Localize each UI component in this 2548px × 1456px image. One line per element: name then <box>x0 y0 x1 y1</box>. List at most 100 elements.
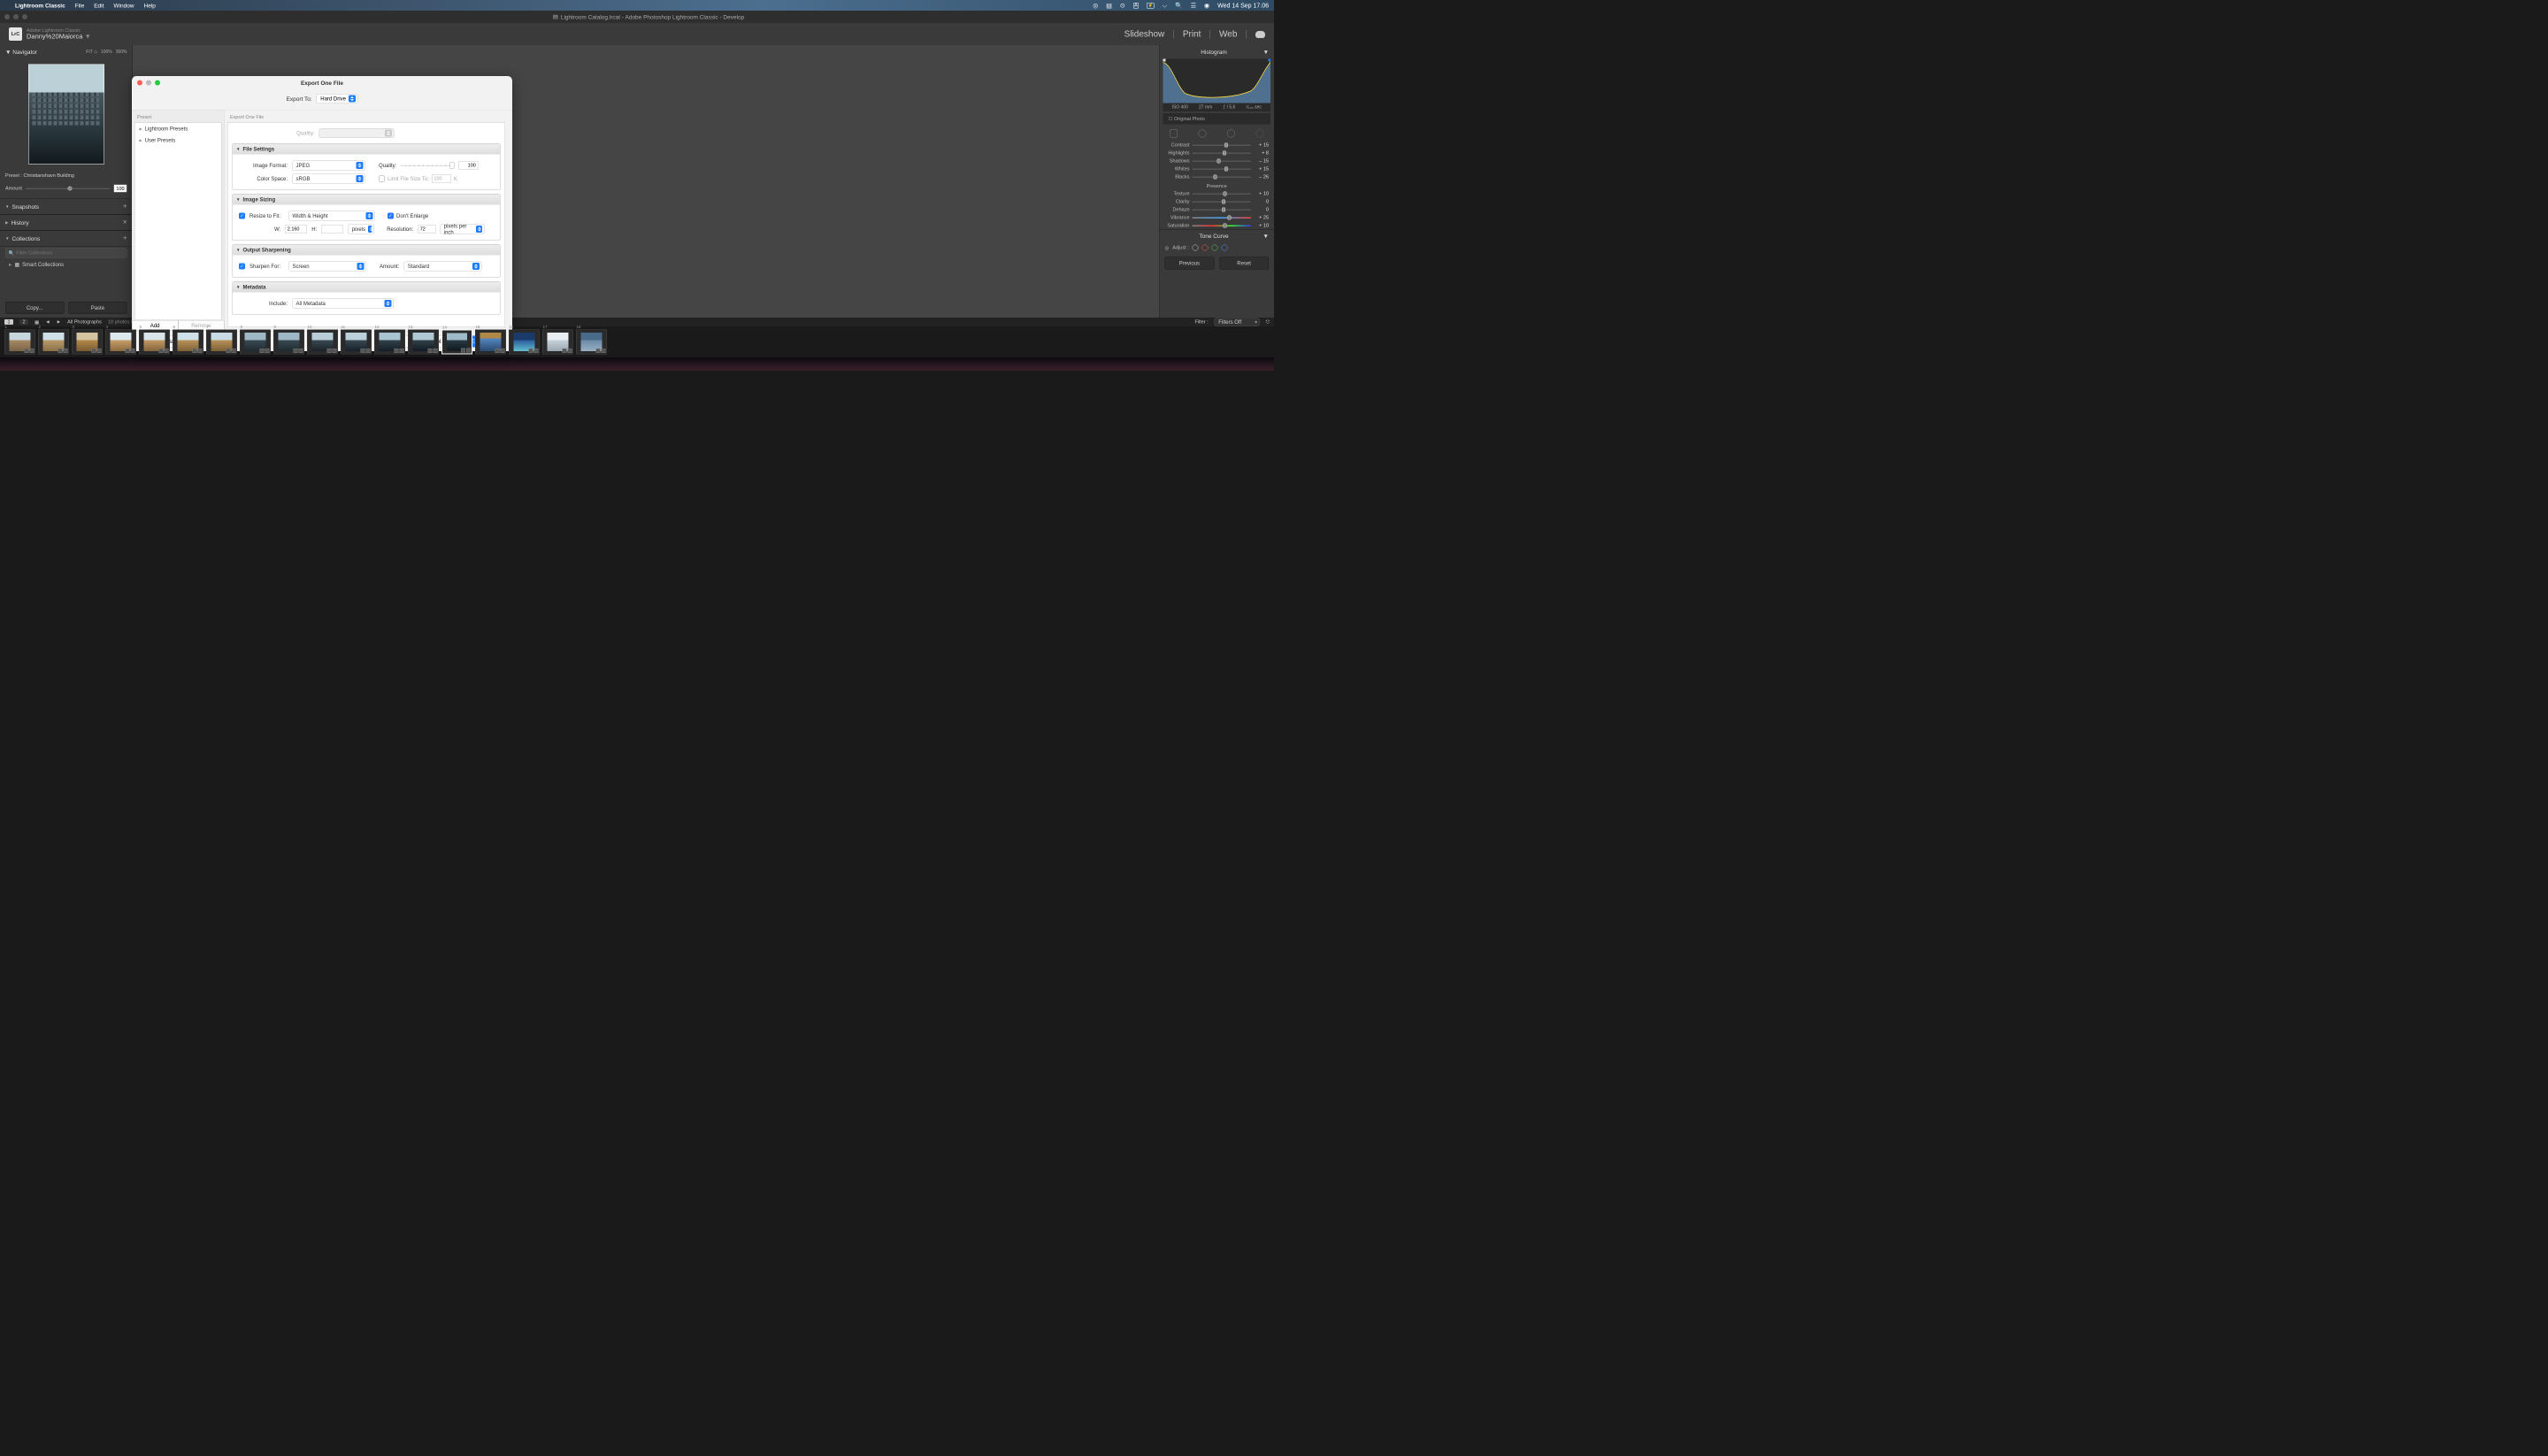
input-icon[interactable]: A <box>1133 3 1139 9</box>
preset-lightroom[interactable]: ▶Lightroom Presets <box>135 123 222 134</box>
heal-icon[interactable] <box>1199 130 1207 138</box>
filesettings-disclosure-icon[interactable]: ▼ <box>236 147 240 151</box>
quality-value[interactable] <box>458 161 478 170</box>
filmstrip-thumb[interactable]: 18 <box>576 330 607 355</box>
copy-button[interactable]: Copy... <box>5 302 64 314</box>
resize-checkbox[interactable]: ✓ <box>239 213 245 219</box>
play-icon[interactable]: ⊙ <box>1120 2 1125 10</box>
filter-collections-input[interactable]: 🔍Filter Collections <box>5 249 127 258</box>
filmstrip-thumb[interactable]: 3 <box>72 330 103 355</box>
cc-icon[interactable]: ◎ <box>1093 2 1098 10</box>
filmstrip-thumb[interactable]: 4 <box>105 330 136 355</box>
smart-collections-item[interactable]: ▶▦Smart Collections <box>0 260 133 270</box>
filmstrip-thumb[interactable]: 12 <box>374 330 405 355</box>
history-panel-header[interactable]: ▶History× <box>0 215 133 231</box>
reset-button[interactable]: Reset <box>1219 257 1269 270</box>
adjust-target-icon[interactable]: ◎ <box>1165 245 1170 251</box>
secondary-display[interactable]: 2 <box>19 319 28 325</box>
cloud-sync-icon[interactable] <box>1255 31 1265 38</box>
filmstrip-thumb[interactable]: 13 <box>408 330 439 355</box>
filter-lock-icon[interactable]: ⎋ <box>1266 319 1270 326</box>
zoom-300[interactable]: 300% <box>116 50 127 55</box>
filmstrip[interactable]: 123456789101112131415161718 <box>0 326 1274 357</box>
siri-icon[interactable]: ◉ <box>1204 2 1209 10</box>
filmstrip-thumb[interactable]: 7 <box>206 330 237 355</box>
menu-edit[interactable]: Edit <box>94 2 104 9</box>
filmstrip-thumb[interactable]: 6 <box>173 330 203 355</box>
paste-button[interactable]: Paste <box>68 302 127 314</box>
height-input[interactable] <box>321 225 343 234</box>
snapshots-panel-header[interactable]: ▼Snapshots+ <box>0 199 133 215</box>
zoom-fit[interactable]: FIT ◇ <box>86 50 97 55</box>
filmstrip-thumb[interactable]: 14 <box>441 330 472 355</box>
redeye-icon[interactable] <box>1227 130 1235 138</box>
menubar-clock[interactable]: Wed 14 Sep 17.06 <box>1217 2 1269 9</box>
filmstrip-thumb[interactable]: 2 <box>38 330 69 355</box>
curve-red-icon[interactable] <box>1202 245 1209 251</box>
preset-user[interactable]: ▶User Presets <box>135 134 222 146</box>
traffic-lights[interactable] <box>4 14 27 19</box>
navigator-disclosure-icon[interactable]: ▼ <box>5 49 11 56</box>
original-photo-toggle[interactable]: ☐ Original Photo <box>1163 113 1271 125</box>
filter-select[interactable]: Filters Off▾ <box>1215 318 1260 326</box>
resize-mode-select[interactable]: Width & Height <box>288 211 375 221</box>
highlights-slider[interactable] <box>1193 152 1252 154</box>
sharpen-amount-select[interactable]: Standard <box>403 262 481 272</box>
metadata-include-select[interactable]: All Metadata <box>292 299 394 309</box>
filmstrip-thumb[interactable]: 11 <box>341 330 372 355</box>
filmstrip-thumb[interactable]: 15 <box>475 330 506 355</box>
crop-icon[interactable] <box>1170 130 1178 138</box>
menu-app-name[interactable]: Lightroom Classic <box>15 2 65 9</box>
resolution-input[interactable] <box>418 225 435 234</box>
spotlight-icon[interactable]: 🔍 <box>1175 2 1183 10</box>
control-center-icon[interactable]: ☰ <box>1191 2 1196 10</box>
histogram[interactable] <box>1163 59 1271 103</box>
dont-enlarge-checkbox[interactable]: ✓ <box>388 213 394 219</box>
filmstrip-thumb[interactable]: 8 <box>240 330 271 355</box>
image-format-select[interactable]: JPEG <box>292 161 365 171</box>
previous-button[interactable]: Previous <box>1165 257 1215 270</box>
module-web[interactable]: Web <box>1219 29 1237 40</box>
export-to-select[interactable]: Hard Drive <box>317 94 358 103</box>
colorspace-select[interactable]: sRGB <box>292 174 365 184</box>
user-name[interactable]: Danny%20Maiorca <box>27 33 82 41</box>
histogram-disclosure-icon[interactable]: ▼ <box>1263 49 1269 56</box>
curve-rgb-icon[interactable] <box>1193 245 1199 251</box>
filmstrip-thumb[interactable]: 9 <box>273 330 304 355</box>
size-unit-select[interactable]: pixels <box>348 225 374 234</box>
sharpen-checkbox[interactable]: ✓ <box>239 264 245 270</box>
blacks-slider[interactable] <box>1193 176 1252 178</box>
user-menu-chevron-icon[interactable]: ▼ <box>84 33 90 41</box>
dehaze-slider[interactable] <box>1193 209 1252 211</box>
min-light[interactable] <box>13 14 19 19</box>
stacks-icon[interactable]: ▤ <box>1106 2 1112 10</box>
contrast-slider[interactable] <box>1193 144 1252 146</box>
saturation-slider[interactable] <box>1193 225 1252 226</box>
filmstrip-thumb[interactable]: 5 <box>139 330 170 355</box>
curve-blue-icon[interactable] <box>1222 245 1228 251</box>
wifi-icon[interactable]: ⌵ <box>1163 2 1167 10</box>
width-input[interactable] <box>285 225 307 234</box>
menu-file[interactable]: File <box>75 2 84 9</box>
filmstrip-thumb[interactable]: 17 <box>542 330 573 355</box>
tonecurve-header[interactable]: Tone Curve▼ <box>1160 230 1275 242</box>
sizing-disclosure-icon[interactable]: ▼ <box>236 197 240 202</box>
clear-history-icon[interactable]: × <box>123 218 127 226</box>
shadows-slider[interactable] <box>1193 160 1252 162</box>
clarity-slider[interactable] <box>1193 201 1252 203</box>
zoom-100[interactable]: 100% <box>101 50 112 55</box>
nav-next-icon[interactable]: ► <box>57 319 61 325</box>
filmstrip-thumb[interactable]: 1 <box>4 330 35 355</box>
navigator-preview[interactable] <box>28 65 104 165</box>
resolution-unit-select[interactable]: pixels per inch <box>440 225 484 234</box>
battery-icon[interactable]: ⚡ <box>1147 3 1155 9</box>
sharpen-for-select[interactable]: Screen <box>288 262 366 272</box>
amount-slider[interactable] <box>26 188 111 189</box>
vibrance-slider[interactable] <box>1193 217 1252 218</box>
amount-value[interactable]: 100 <box>114 185 127 193</box>
quality-slider[interactable] <box>401 165 454 166</box>
filmstrip-thumb[interactable]: 16 <box>509 330 540 355</box>
limit-filesize-checkbox[interactable] <box>379 176 385 182</box>
curve-green-icon[interactable] <box>1212 245 1218 251</box>
add-collection-icon[interactable]: + <box>123 234 127 242</box>
